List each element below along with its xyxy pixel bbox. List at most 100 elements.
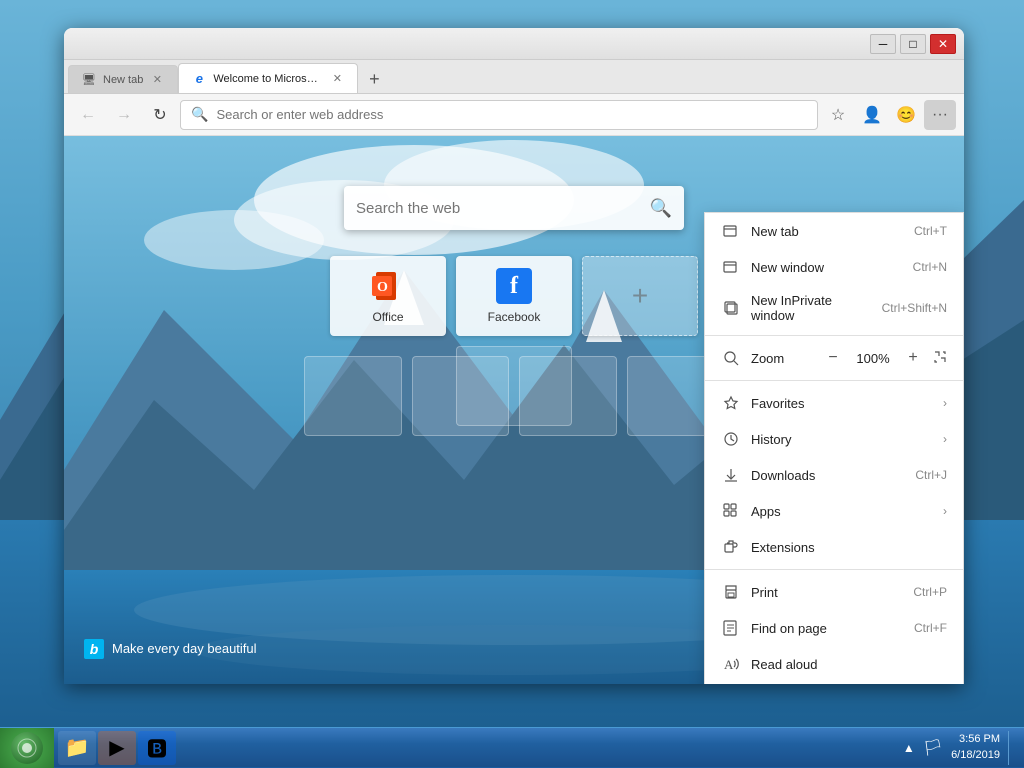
read-aloud-label: Read aloud	[751, 657, 947, 672]
quick-link-empty-5[interactable]	[304, 356, 402, 436]
svg-text:O: O	[377, 280, 388, 295]
find-on-page-icon	[721, 618, 741, 638]
menu-apps[interactable]: Apps ›	[705, 493, 963, 529]
new-tab-button[interactable]: +	[360, 65, 388, 93]
zoom-out-button[interactable]: −	[821, 346, 845, 370]
menu-history[interactable]: History ›	[705, 421, 963, 457]
menu-extensions[interactable]: Extensions	[705, 529, 963, 565]
minimize-button[interactable]: ─	[870, 34, 896, 54]
menu-new-inprivate[interactable]: New InPrivate window Ctrl+Shift+N	[705, 285, 963, 331]
new-inprivate-icon	[721, 298, 741, 318]
address-input[interactable]	[216, 107, 807, 122]
start-button[interactable]	[0, 728, 54, 768]
back-button[interactable]: ←	[72, 100, 104, 130]
new-tab-label: New tab	[751, 224, 902, 239]
quick-link-facebook[interactable]: f Facebook	[456, 256, 572, 336]
facebook-icon: f	[496, 268, 532, 304]
apps-label: Apps	[751, 504, 935, 519]
find-on-page-label: Find on page	[751, 621, 902, 636]
print-shortcut: Ctrl+P	[913, 585, 947, 599]
menu-downloads[interactable]: Downloads Ctrl+J	[705, 457, 963, 493]
tab1-close[interactable]: ✕	[149, 72, 165, 88]
new-inprivate-shortcut: Ctrl+Shift+N	[882, 301, 947, 315]
context-menu: New tab Ctrl+T New window Ctrl+N New	[704, 212, 964, 684]
menu-more-tools[interactable]: More tools ›	[705, 682, 963, 684]
favorites-icon	[721, 393, 741, 413]
tab-bar: 🖥 New tab ✕ e Welcome to Microsoft Edge …	[64, 60, 964, 94]
quick-link-office[interactable]: O Office	[330, 256, 446, 336]
zoom-label: Zoom	[751, 351, 821, 366]
close-button[interactable]: ✕	[930, 34, 956, 54]
tab2-close[interactable]: ✕	[329, 71, 345, 87]
taskbar-clock[interactable]: 3:56 PM 6/18/2019	[951, 732, 1000, 763]
settings-more-button[interactable]: ···	[924, 100, 956, 130]
add-icon: +	[622, 278, 658, 314]
profile-button[interactable]: 👤	[856, 100, 888, 130]
menu-read-aloud[interactable]: A Read aloud	[705, 646, 963, 682]
address-bar[interactable]: 🔍	[180, 100, 818, 130]
new-window-shortcut: Ctrl+N	[913, 260, 947, 274]
svg-text:A: A	[724, 657, 734, 672]
search-area: 🔍	[344, 186, 684, 230]
taskbar-file-explorer[interactable]: 📁	[58, 731, 96, 765]
tray-flag[interactable]: 🏳	[923, 738, 943, 758]
emoji-button[interactable]: 😊	[890, 100, 922, 130]
facebook-label: Facebook	[488, 310, 541, 324]
show-desktop-button[interactable]	[1008, 731, 1016, 765]
office-label: Office	[372, 310, 403, 324]
favorites-star-button[interactable]: ☆	[822, 100, 854, 130]
quick-links-row2	[304, 356, 724, 436]
tray-expand[interactable]: ▲	[903, 741, 915, 755]
menu-new-window[interactable]: New window Ctrl+N	[705, 249, 963, 285]
taskbar-media-player[interactable]: ▶	[98, 731, 136, 765]
menu-print[interactable]: Print Ctrl+P	[705, 574, 963, 610]
search-box[interactable]: 🔍	[344, 186, 684, 230]
search-input[interactable]	[356, 200, 642, 217]
restore-button[interactable]: □	[900, 34, 926, 54]
zoom-icon	[721, 348, 741, 368]
new-inprivate-label: New InPrivate window	[751, 293, 870, 323]
quick-link-empty-6[interactable]	[412, 356, 510, 436]
apps-icon	[721, 501, 741, 521]
browser-window: ─ □ ✕ 🖥 New tab ✕ e Welcome to Microsoft…	[64, 28, 964, 684]
new-window-label: New window	[751, 260, 901, 275]
new-tab-shortcut: Ctrl+T	[914, 224, 947, 238]
downloads-label: Downloads	[751, 468, 903, 483]
bing-tagline: Make every day beautiful	[112, 641, 257, 656]
nav-bar: ← → ↻ 🔍 ☆ 👤 😊 ···	[64, 94, 964, 136]
start-orb	[11, 732, 43, 764]
divider-1	[705, 335, 963, 336]
divider-3	[705, 569, 963, 570]
tab-new-tab[interactable]: 🖥 New tab ✕	[68, 65, 178, 93]
refresh-button[interactable]: ↻	[144, 100, 176, 130]
menu-favorites[interactable]: Favorites ›	[705, 385, 963, 421]
taskbar: 📁 ▶ 🅱 ▲ 🏳 3:56 PM 6/18/2019	[0, 727, 1024, 767]
extensions-icon	[721, 537, 741, 557]
downloads-icon	[721, 465, 741, 485]
quick-link-add[interactable]: +	[582, 256, 698, 336]
taskbar-tray: ▲ 🏳 3:56 PM 6/18/2019	[895, 728, 1024, 767]
apps-arrow: ›	[943, 504, 947, 518]
window-controls: ─ □ ✕	[870, 34, 956, 54]
favorites-arrow: ›	[943, 396, 947, 410]
tab-welcome-edge[interactable]: e Welcome to Microsoft Edge Ca... ✕	[178, 63, 358, 93]
downloads-shortcut: Ctrl+J	[915, 468, 947, 482]
quick-link-empty-7[interactable]	[519, 356, 617, 436]
zoom-expand-button[interactable]	[933, 350, 947, 367]
menu-new-tab[interactable]: New tab Ctrl+T	[705, 213, 963, 249]
nav-toolbar: ☆ 👤 😊 ···	[822, 100, 956, 130]
extensions-label: Extensions	[751, 540, 947, 555]
tab2-title: Welcome to Microsoft Edge Ca...	[213, 73, 323, 85]
search-icon: 🔍	[650, 198, 672, 219]
desktop: ─ □ ✕ 🖥 New tab ✕ e Welcome to Microsoft…	[0, 0, 1024, 767]
print-label: Print	[751, 585, 901, 600]
menu-find-on-page[interactable]: Find on page Ctrl+F	[705, 610, 963, 646]
zoom-in-button[interactable]: +	[901, 346, 925, 370]
tab2-favicon: e	[191, 71, 207, 87]
new-window-icon	[721, 257, 741, 277]
forward-button[interactable]: →	[108, 100, 140, 130]
bing-branding: b Make every day beautiful	[84, 639, 257, 659]
taskbar-app4[interactable]: 🅱	[138, 731, 176, 765]
history-arrow: ›	[943, 432, 947, 446]
print-icon	[721, 582, 741, 602]
